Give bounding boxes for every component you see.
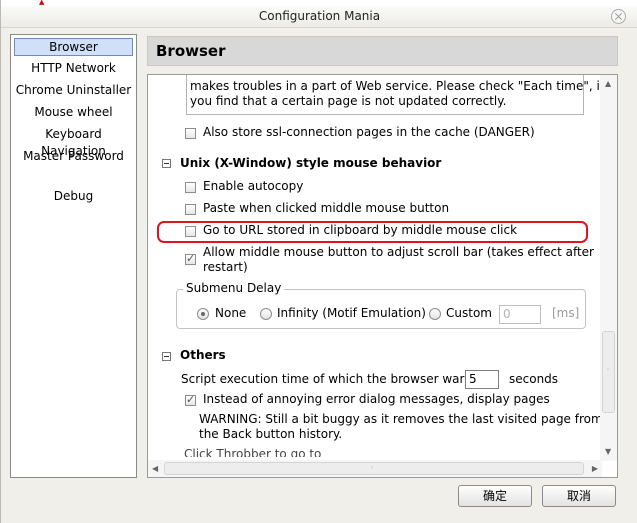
ok-button[interactable]: 确定 [458,485,532,507]
cancel-button[interactable]: 取消 [542,485,616,507]
scroll-left-icon[interactable]: ◀ [152,464,158,474]
radio-custom-label: Custom [446,306,492,320]
settings-content: makes troubles in a part of Web service.… [147,74,618,478]
app-logo-icon: ▲ [39,0,45,5]
collapse-unix-icon[interactable] [162,159,171,168]
sidebar-item-master-password[interactable]: Master Password [14,148,133,166]
vertical-scrollbar[interactable]: ▲ ◦ ▼ [600,75,617,461]
sidebar: Browser HTTP Network Chrome Uninstaller … [10,34,137,478]
sidebar-item-debug[interactable]: Debug [14,188,133,206]
radio-custom[interactable] [429,308,441,320]
others-section-title: Others [180,348,226,362]
panel-title: Browser [147,36,618,66]
scroll-up-icon[interactable]: ▲ [605,79,611,89]
sidebar-item-keyboard-navigation[interactable]: Keyboard Navigation [14,126,133,158]
sidebar-item-chrome-uninstaller[interactable]: Chrome Uninstaller [14,82,133,100]
cache-note-line2: you find that a certain page is not upda… [190,94,507,108]
horizontal-scroll-thumb[interactable]: ◦ [164,462,584,475]
warning-line2: the Back button history. [199,427,343,441]
cache-note-line1: makes troubles in a part of Web service.… [190,79,605,93]
autocopy-checkbox[interactable] [185,182,196,193]
delay-unit-label: [ms] [552,306,580,320]
ssl-cache-checkbox[interactable] [185,128,196,139]
radio-infinity-label: Infinity (Motif Emulation) [277,306,426,320]
title-bar: Configuration Mania [1,6,637,28]
vertical-scroll-thumb[interactable]: ◦ [602,331,615,413]
paste-middle-label: Paste when clicked middle mouse button [203,201,450,215]
collapse-others-icon[interactable] [162,352,171,361]
submenu-delay-legend: Submenu Delay [183,281,285,295]
script-time-suffix: seconds [509,372,559,386]
middle-scroll-label-line2: restart) [203,260,248,274]
sidebar-item-browser[interactable]: Browser [14,38,133,56]
error-dialog-checkbox[interactable] [185,393,196,406]
window-title: Configuration Mania [258,9,381,23]
radio-infinity[interactable] [260,308,272,320]
warning-line1: WARNING: Still a bit buggy as it removes… [199,412,603,426]
submenu-delay-group: Submenu Delay None Infinity (Motif Emula… [176,281,586,329]
custom-delay-input[interactable]: 0 [499,305,541,324]
config-window: ▲ Configuration Mania Browser HTTP Netwo… [0,0,637,523]
cut-off-label: Click Throbber to go to [184,447,322,457]
highlight-annotation [157,221,588,243]
middle-scroll-checkbox[interactable] [185,252,196,265]
scroll-down-icon[interactable]: ▼ [605,447,611,457]
autocopy-label: Enable autocopy [203,179,304,193]
close-icon[interactable] [611,9,626,24]
scroll-right-icon[interactable]: ▶ [592,464,598,474]
ssl-cache-label: Also store ssl-connection pages in the c… [203,125,535,139]
middle-scroll-label-line1: Allow middle mouse button to adjust scro… [203,245,594,259]
unix-section-title: Unix (X-Window) style mouse behavior [180,156,442,170]
script-time-input[interactable]: 5 [465,370,499,389]
radio-none[interactable] [197,308,209,320]
error-dialog-label: Instead of annoying error dialog message… [203,392,550,406]
paste-middle-checkbox[interactable] [185,204,196,215]
horizontal-scrollbar[interactable]: ◀ ◦ ▶ [148,460,602,477]
radio-none-label: None [215,306,247,320]
script-time-prefix: Script execution time of which the brows… [181,372,479,386]
sidebar-item-http-network[interactable]: HTTP Network [14,60,133,78]
sidebar-item-mouse-wheel[interactable]: Mouse wheel [14,104,133,122]
